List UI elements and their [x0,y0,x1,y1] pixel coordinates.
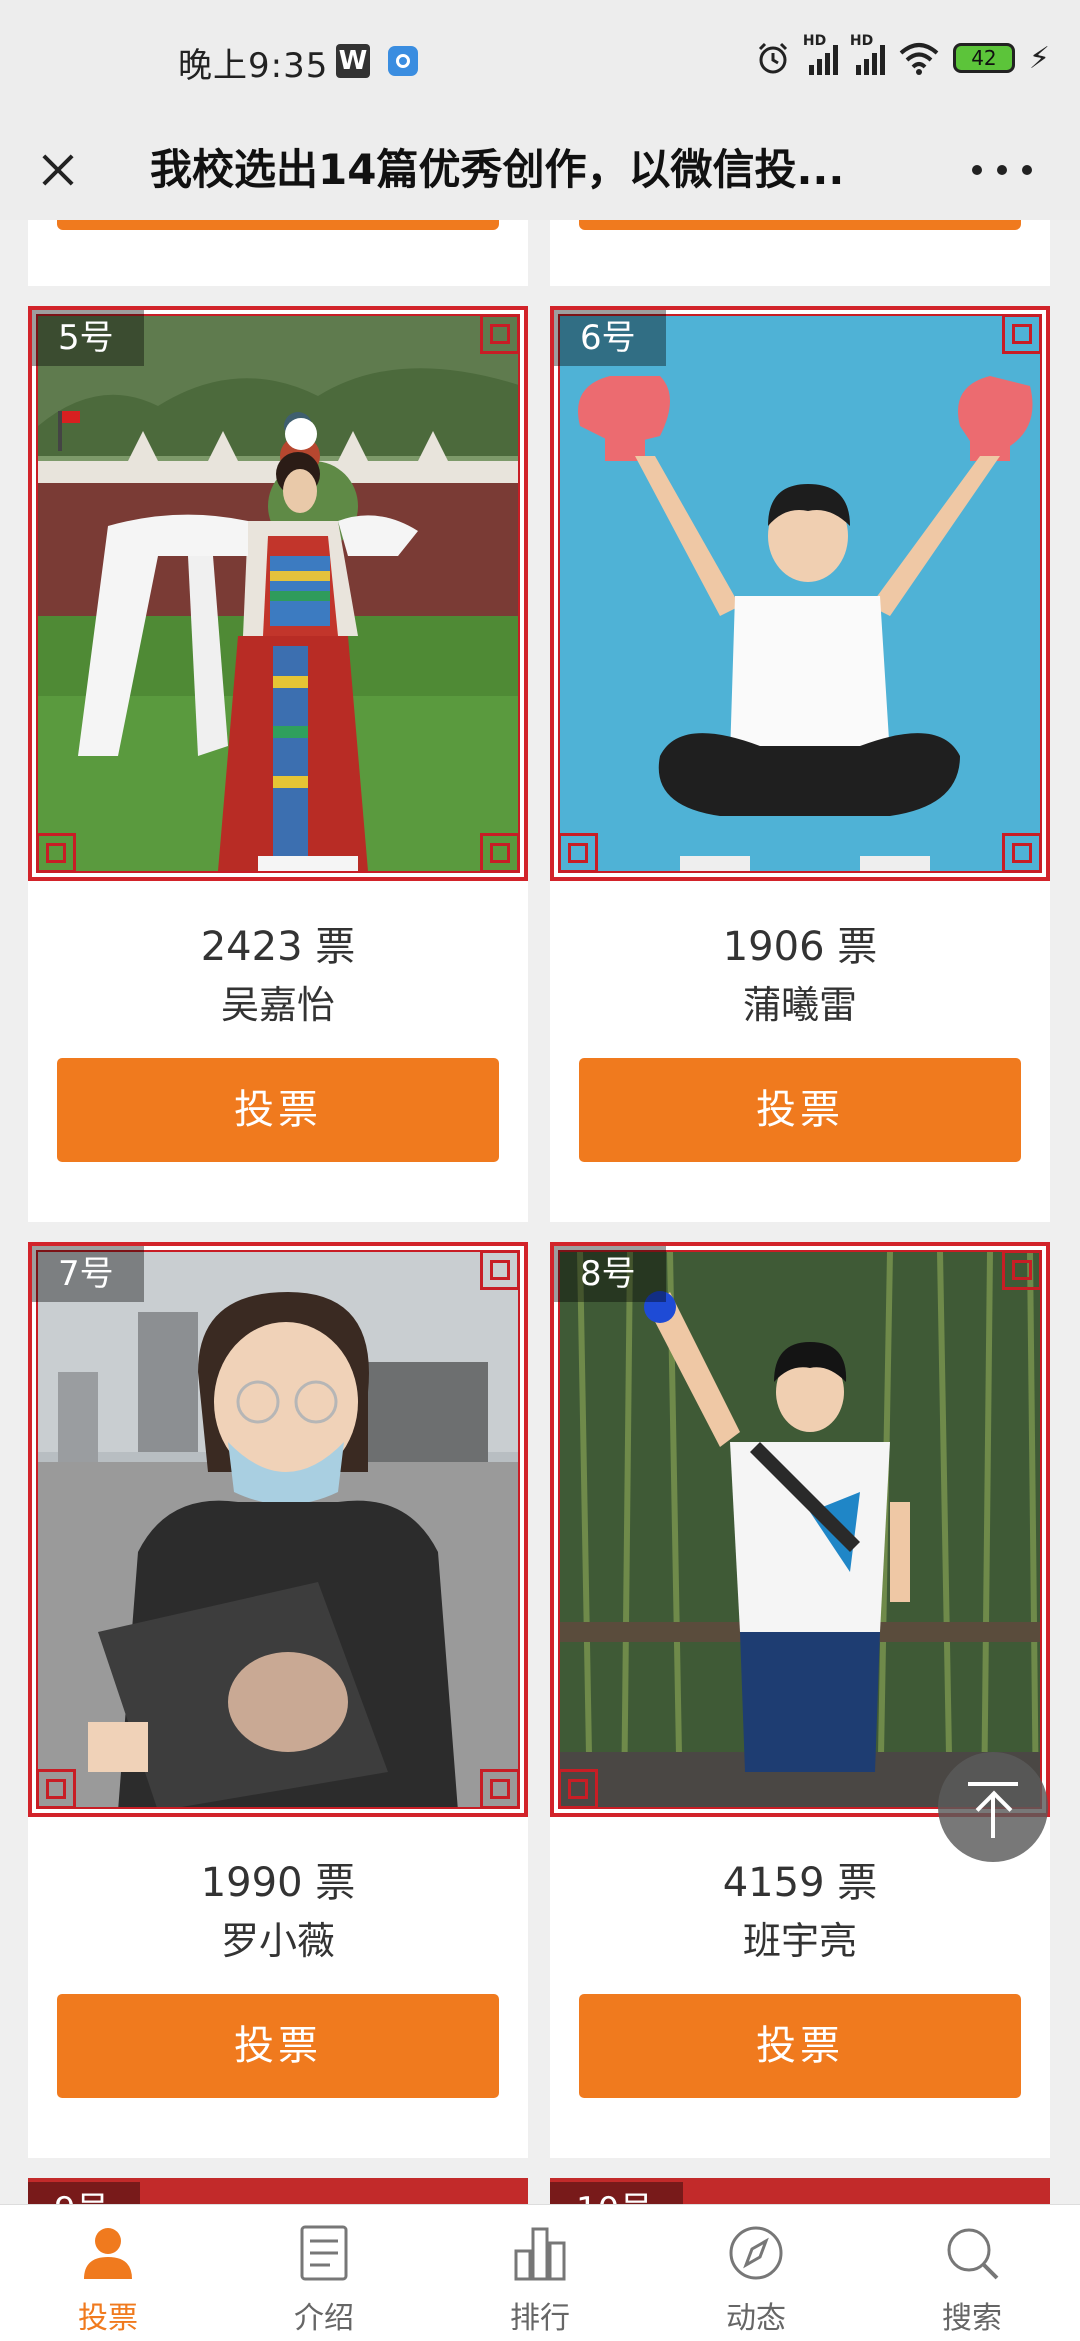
notification-app-icon [388,46,418,76]
entry-name: 班宇亮 [742,1919,857,1963]
entry-name: 罗小薇 [220,1919,335,1963]
frame-corner [36,1769,76,1809]
vote-button[interactable]: 投票 [579,1058,1021,1162]
title-bar: 我校选出14篇优秀创作，以微信投... [0,120,1080,220]
close-icon[interactable] [30,135,100,205]
charging-icon: ⚡ [1028,40,1050,76]
frame-corner [480,1769,520,1809]
entry-card: 7号 1990 票 罗小薇 投票 [28,1242,528,2158]
entry-photo[interactable]: 7号 [28,1242,528,1817]
entry-photo[interactable]: 6号 [550,306,1050,881]
nav-vote[interactable]: 投票 [0,2205,216,2341]
alarm-icon [758,42,787,74]
nav-label: 动态 [726,2301,786,2336]
more-icon[interactable] [972,150,1032,190]
bottom-nav: 投票 介绍 排行 动态 搜索 [0,2204,1080,2341]
frame-corner [480,833,520,873]
hd-signal-icon: HD [850,33,885,75]
entry-name: 吴嘉怡 [220,983,335,1027]
nav-search[interactable]: 搜索 [864,2205,1080,2341]
document-icon [300,2225,348,2281]
entry-number: 9号 [28,2182,140,2204]
entry-number: 5号 [32,310,144,366]
vote-count: 1990 票 [200,1860,356,1906]
entry-card-prev-right [550,220,1050,286]
entry-number: 6号 [554,310,666,366]
vote-button[interactable]: 投票 [579,1994,1021,2098]
frame-corner [558,1769,598,1809]
scroll-top-icon[interactable] [938,1752,1048,1862]
photo-boy-bamboo [560,1252,1040,1807]
nav-label: 搜索 [942,2301,1002,2336]
entry-card-partial: 9号 [28,2178,528,2204]
hd-signal-icon: HD [803,33,838,75]
vote-button[interactable]: 投票 [57,1058,499,1162]
wifi-icon [899,43,939,75]
ranking-icon [514,2227,566,2281]
entry-number: 7号 [32,1246,144,1302]
frame-corner [480,1250,520,1290]
vote-button[interactable]: 投票 [57,1994,499,2098]
nav-label: 排行 [510,2301,570,2336]
vote-button-partial[interactable] [57,220,499,230]
frame-corner [36,833,76,873]
entry-card: 6号 1906 票 蒲曦雷 投票 [550,306,1050,1222]
entry-photo[interactable]: 5号 [28,306,528,881]
status-icons: HD HD 42 ⚡ [755,33,1050,78]
nav-intro[interactable]: 介绍 [216,2205,432,2341]
entry-card: 8号 4159 票 班宇亮 投票 [550,1242,1050,2158]
frame-corner [1002,314,1042,354]
entry-number: 8号 [554,1246,666,1302]
vote-count: 1906 票 [722,924,878,970]
search-icon [947,2228,999,2280]
battery-icon: 42 [952,43,1015,73]
nav-label: 投票 [78,2301,138,2336]
photo-girl-book [38,1252,518,1807]
photo-boy-gloves [560,316,1040,871]
vote-count: 2423 票 [200,924,356,970]
user-icon [84,2228,132,2279]
vote-button-partial[interactable] [579,220,1021,230]
photo-girl-costume [38,316,518,871]
frame-corner [1002,1250,1042,1290]
entry-number: 10号 [550,2182,684,2204]
entry-card-partial: 10号 [550,2178,1050,2204]
status-time: 晚上9:35 [178,46,329,86]
compass-icon [729,2226,783,2280]
frame-corner [480,314,520,354]
battery-level: 42 [971,46,997,70]
frame-corner [558,833,598,873]
entry-name: 蒲曦雷 [742,983,857,1027]
entry-card: 5号 2423 票 吴嘉怡 投票 [28,306,528,1222]
nav-activity[interactable]: 动态 [648,2205,864,2341]
nav-ranking[interactable]: 排行 [432,2205,648,2341]
nav-label: 介绍 [294,2301,354,2336]
wps-app-icon: W [336,44,370,78]
entries-grid[interactable]: 5号 2423 票 吴嘉怡 投票 6号 1906 票 蒲曦雷 投票 7号 199… [0,220,1080,2204]
entry-card-prev-left [28,220,528,286]
status-bar: 晚上9:35 W HD HD 42 ⚡ [0,0,1080,120]
entry-photo[interactable]: 8号 [550,1242,1050,1817]
page-title: 我校选出14篇优秀创作，以微信投... [150,145,845,194]
frame-corner [1002,833,1042,873]
